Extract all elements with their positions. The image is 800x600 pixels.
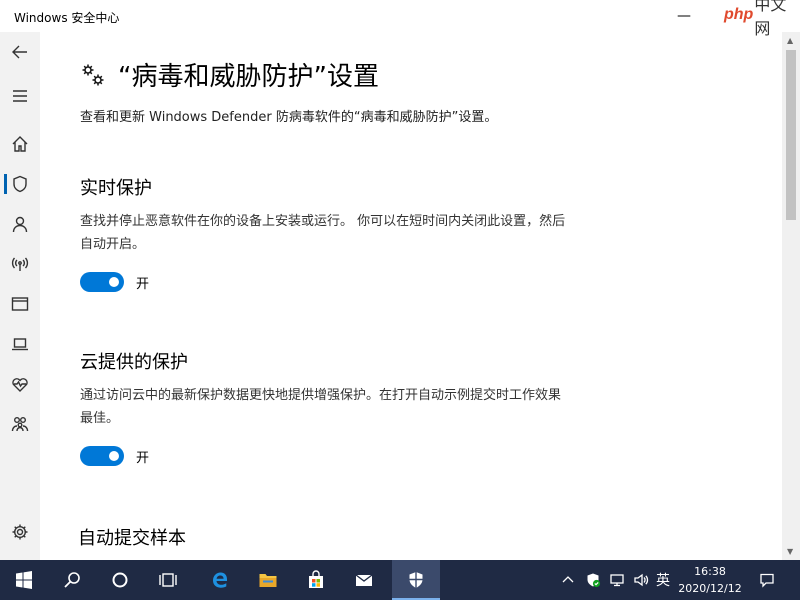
speaker-icon xyxy=(634,573,649,587)
defender-tray-button[interactable] xyxy=(582,560,604,600)
mail-button[interactable] xyxy=(340,560,388,600)
scroll-up-icon[interactable]: ▲ xyxy=(787,36,793,45)
window-title: Windows 安全中心 xyxy=(14,11,120,25)
sidebar-item-device-health[interactable] xyxy=(0,364,40,404)
section-text: 通过访问云中的最新保护数据更快地提供增强保护。在打开自动示例提交时工作效果最佳。 xyxy=(80,388,562,426)
scroll-down-icon[interactable]: ▼ xyxy=(787,547,793,556)
watermark-php: php xyxy=(724,6,754,23)
cloud-protection-toggle-row: 开 xyxy=(80,446,149,466)
windows-security-button[interactable] xyxy=(392,560,440,600)
sidebar-item-settings[interactable] xyxy=(0,512,40,552)
toggle-label: 开 xyxy=(136,450,150,466)
search-button[interactable] xyxy=(48,560,96,600)
vertical-scrollbar[interactable]: ▲ ▼ xyxy=(782,32,800,560)
realtime-protection-toggle[interactable] xyxy=(80,272,124,292)
file-explorer-icon xyxy=(259,574,277,587)
taskbar: 英 16:38 2020/12/12 xyxy=(0,560,800,600)
show-hidden-icons-button[interactable] xyxy=(558,560,578,600)
back-arrow-icon xyxy=(12,45,27,59)
cortana-button[interactable] xyxy=(96,560,144,600)
sidebar-item-firewall[interactable] xyxy=(0,244,40,284)
realtime-protection-section: 实时保护 查找并停止恶意软件在你的设备上安装或运行。 你可以在短时间内关闭此设置… xyxy=(80,174,580,256)
menu-button[interactable] xyxy=(0,76,40,116)
shield-icon xyxy=(13,175,27,193)
network-icon xyxy=(610,574,624,587)
main-content: “病毒和威胁防护”设置 查看和更新 Windows Defender 防病毒软件… xyxy=(40,32,782,560)
person-icon xyxy=(12,216,28,233)
sidebar-item-home[interactable] xyxy=(0,124,40,164)
realtime-protection-toggle-row: 开 xyxy=(80,272,149,292)
store-button[interactable] xyxy=(292,560,340,600)
task-view-icon xyxy=(159,573,177,587)
sidebar-item-account[interactable] xyxy=(0,204,40,244)
hamburger-icon xyxy=(13,90,27,102)
scrollbar-thumb[interactable] xyxy=(786,50,796,220)
sidebar-item-family[interactable] xyxy=(0,404,40,444)
clock-time: 16:38 xyxy=(694,565,726,578)
toggle-label: 开 xyxy=(136,276,150,292)
sidebar-item-app-browser[interactable] xyxy=(0,284,40,324)
cloud-protection-toggle[interactable] xyxy=(80,446,124,466)
back-button[interactable] xyxy=(0,32,40,72)
clock[interactable]: 16:38 2020/12/12 xyxy=(674,563,746,597)
start-icon xyxy=(16,571,32,589)
page-title-text: “病毒和威胁防护”设置 xyxy=(118,62,379,92)
heart-pulse-icon xyxy=(12,378,28,392)
action-center-button[interactable] xyxy=(752,560,782,600)
start-button[interactable] xyxy=(0,560,48,600)
search-icon xyxy=(64,572,80,588)
wireless-icon xyxy=(11,257,29,271)
watermark: php 中文网 xyxy=(718,0,800,38)
store-icon xyxy=(309,570,323,588)
notification-icon xyxy=(760,573,774,588)
network-tray-button[interactable] xyxy=(606,560,628,600)
clock-date: 2020/12/12 xyxy=(678,582,742,595)
chevron-up-icon xyxy=(562,576,574,583)
page-description: 查看和更新 Windows Defender 防病毒软件的“病毒和威胁防护”设置… xyxy=(80,110,498,125)
title-bar: Windows 安全中心 — ☐ php 中文网 xyxy=(0,0,800,38)
edge-button[interactable] xyxy=(196,560,244,600)
task-view-button[interactable] xyxy=(144,560,192,600)
ime-indicator[interactable]: 英 xyxy=(652,560,674,600)
sidebar xyxy=(0,32,40,560)
edge-icon xyxy=(213,572,227,588)
windows-security-icon xyxy=(409,572,423,588)
gears-icon xyxy=(82,64,104,85)
section-text: 查找并停止恶意软件在你的设备上安装或运行。 你可以在短时间内关闭此设置，然后自动… xyxy=(80,214,566,252)
cortana-icon xyxy=(112,572,128,588)
browser-window-icon xyxy=(11,297,29,311)
sidebar-item-device-security[interactable] xyxy=(0,324,40,364)
section-heading: 实时保护 xyxy=(80,178,152,199)
page-title: “病毒和威胁防护”设置 xyxy=(80,56,379,93)
gear-icon xyxy=(12,524,28,540)
defender-tray-icon xyxy=(587,573,601,588)
laptop-icon xyxy=(12,338,28,351)
section-heading: 云提供的保护 xyxy=(80,352,188,373)
sidebar-item-virus-protection[interactable] xyxy=(0,164,40,204)
home-icon xyxy=(12,136,28,152)
section-heading: 自动提交样本 xyxy=(78,528,186,549)
volume-tray-button[interactable] xyxy=(630,560,652,600)
cloud-protection-section: 云提供的保护 通过访问云中的最新保护数据更快地提供增强保护。在打开自动示例提交时… xyxy=(80,348,580,430)
mail-icon xyxy=(355,574,373,586)
family-icon xyxy=(11,417,29,432)
minimize-button[interactable]: — xyxy=(661,0,707,32)
auto-sample-submission-section: 自动提交样本 xyxy=(78,524,578,560)
file-explorer-button[interactable] xyxy=(244,560,292,600)
